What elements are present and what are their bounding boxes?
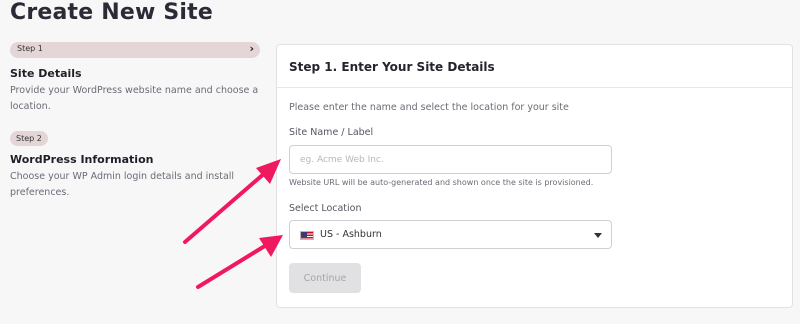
annotation-arrows bbox=[183, 159, 283, 289]
annotation-arrow-site-name bbox=[183, 159, 281, 244]
annotation-arrow-location bbox=[196, 235, 283, 289]
